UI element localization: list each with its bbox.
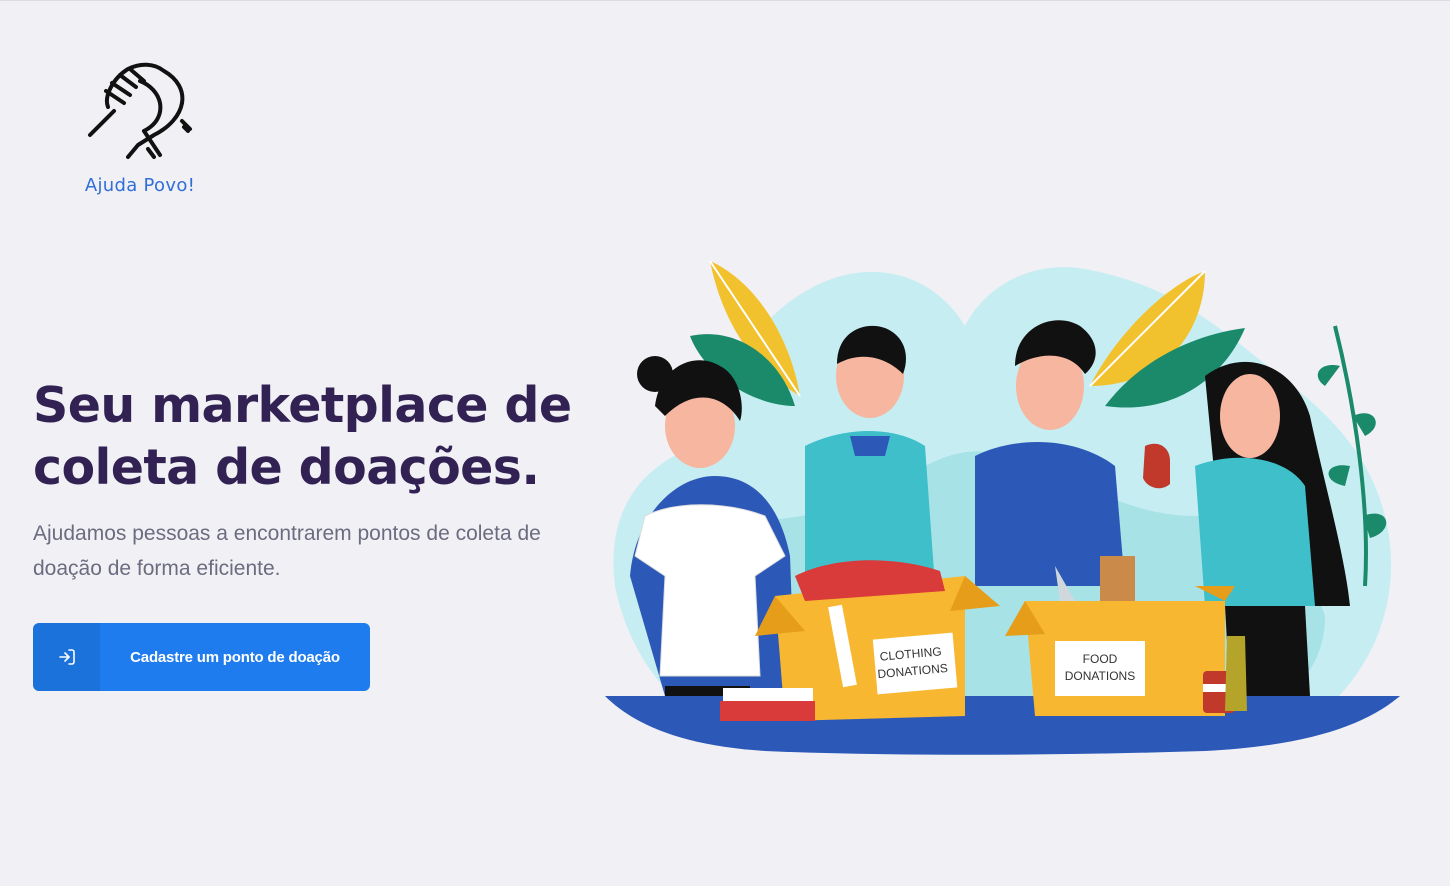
hero-subtitle: Ajudamos pessoas a encontrarem pontos de…	[33, 522, 541, 580]
donation-illustration: CLOTHING DONATIONS FOOD DONATIONS	[605, 260, 1400, 755]
logo[interactable]: Ajuda Povo!	[82, 57, 198, 199]
hero-title: Seu marketplace de coleta de doações.	[33, 377, 572, 496]
handshake-icon	[88, 62, 192, 159]
food-box-label-1: FOOD	[1083, 652, 1118, 666]
cta-label: Cadastre um ponto de doação	[130, 648, 340, 666]
register-donation-point-button[interactable]: Cadastre um ponto de doação	[33, 623, 370, 691]
food-box-label-2: DONATIONS	[1065, 669, 1135, 683]
sign-in-icon	[33, 623, 100, 691]
logo-text: Ajuda Povo!	[84, 175, 196, 196]
